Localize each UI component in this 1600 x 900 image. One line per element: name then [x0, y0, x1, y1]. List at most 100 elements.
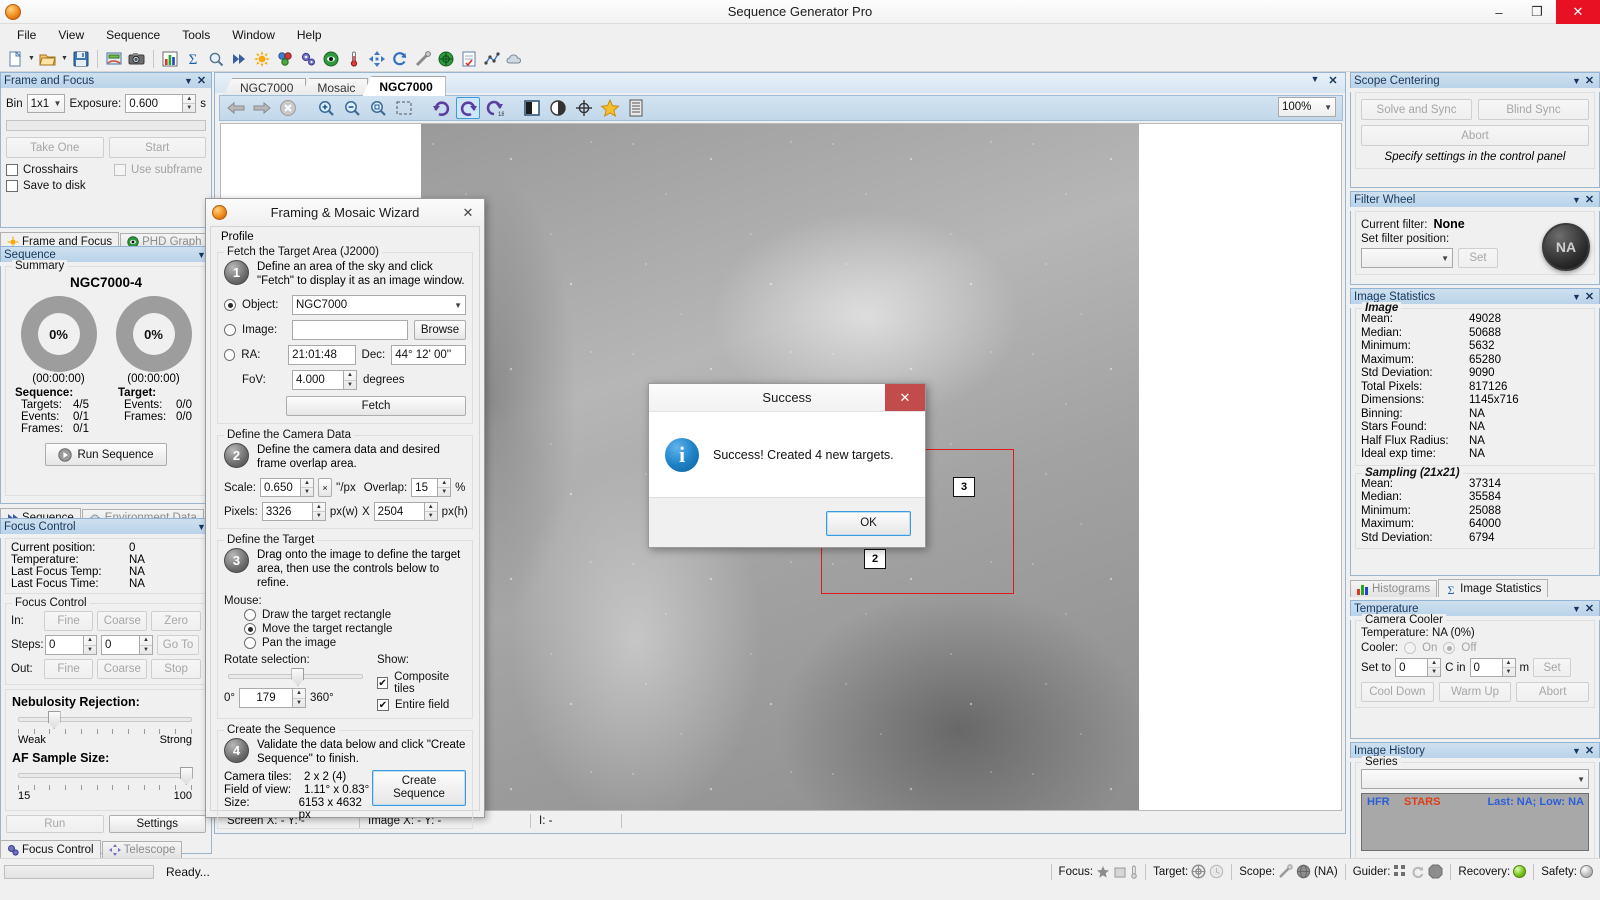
- panel-menu-caret-icon[interactable]: ▼: [1570, 292, 1583, 302]
- ok-button[interactable]: OK: [826, 511, 911, 536]
- nebulosity-slider-thumb[interactable]: [48, 711, 61, 729]
- blind-sync-button[interactable]: Blind Sync: [1478, 99, 1589, 120]
- scale-stepper[interactable]: ▲▼: [301, 478, 314, 497]
- focus-settings-button[interactable]: Settings: [109, 815, 207, 833]
- c-in-stepper[interactable]: ▲▼: [1503, 658, 1516, 677]
- steps-stepper-1[interactable]: ▲▼: [84, 635, 97, 655]
- browse-button[interactable]: Browse: [414, 320, 466, 340]
- focus-stop-button[interactable]: Stop: [151, 659, 201, 679]
- pan-image-radio[interactable]: [244, 637, 256, 649]
- menu-item-help[interactable]: Help: [286, 25, 333, 45]
- image-radio[interactable]: [224, 324, 236, 336]
- panel-close-icon[interactable]: ✕: [1583, 74, 1596, 87]
- move-arrows-icon[interactable]: [366, 48, 388, 70]
- tab-telescope[interactable]: Telescope: [102, 841, 183, 858]
- image-tab-ngc7000-2[interactable]: NGC7000: [362, 76, 445, 96]
- zoom-in-icon[interactable]: [314, 97, 338, 119]
- back-arrow-icon[interactable]: [224, 97, 248, 119]
- new-document-icon[interactable]: [4, 48, 26, 70]
- abort-solve-button[interactable]: Abort: [1361, 125, 1589, 146]
- set-to-input[interactable]: 0: [1395, 658, 1428, 677]
- histogram-icon[interactable]: [159, 48, 181, 70]
- af-slider-thumb[interactable]: [180, 767, 193, 785]
- cooler-on-radio[interactable]: [1404, 642, 1416, 654]
- image-window-close-icon[interactable]: ✕: [1324, 74, 1342, 87]
- contrast-icon[interactable]: [546, 97, 570, 119]
- dropdown-caret-icon[interactable]: ▼: [60, 48, 69, 70]
- maximize-button[interactable]: ❐: [1518, 0, 1556, 24]
- series-select[interactable]: ▼: [1361, 769, 1589, 789]
- star-detect-icon[interactable]: [598, 97, 622, 119]
- rotate-stepper[interactable]: ▲▼: [293, 688, 306, 708]
- tab-histograms[interactable]: Histograms: [1350, 580, 1437, 597]
- menu-item-window[interactable]: Window: [221, 25, 286, 45]
- fetch-button[interactable]: Fetch: [286, 396, 466, 416]
- calculator-icon[interactable]: ×: [318, 478, 332, 497]
- nebulosity-slider-track[interactable]: [18, 717, 192, 722]
- ra-input[interactable]: 21:01:48: [288, 345, 355, 365]
- panel-close-icon[interactable]: ✕: [195, 74, 208, 87]
- pixels-width-input[interactable]: 3326: [262, 502, 313, 521]
- tab-focus-control[interactable]: Focus Control: [0, 840, 101, 858]
- camera-icon[interactable]: [126, 48, 148, 70]
- menu-item-view[interactable]: View: [47, 25, 95, 45]
- steps-stepper-2[interactable]: ▲▼: [140, 635, 153, 655]
- focus-run-button[interactable]: Run: [6, 815, 104, 833]
- scatter-plot-icon[interactable]: [481, 48, 503, 70]
- overlap-stepper[interactable]: ▲▼: [438, 478, 451, 497]
- exposure-input[interactable]: 0.600: [125, 94, 183, 113]
- save-to-disk-checkbox[interactable]: [6, 180, 18, 192]
- statistics-sigma-icon[interactable]: Σ: [182, 48, 204, 70]
- gradient-stretch-icon[interactable]: [520, 97, 544, 119]
- panel-close-icon[interactable]: ✕: [1583, 744, 1596, 757]
- menu-item-file[interactable]: File: [6, 25, 47, 45]
- rotate-ccw-icon[interactable]: [430, 97, 454, 119]
- cool-down-button[interactable]: Cool Down: [1361, 682, 1434, 702]
- close-button[interactable]: ✕: [1556, 0, 1600, 24]
- image-tab-mosaic[interactable]: Mosaic: [300, 78, 368, 96]
- solve-and-sync-button[interactable]: Solve and Sync: [1361, 99, 1472, 120]
- crosshair-target-icon[interactable]: [572, 97, 596, 119]
- focus-zero-button[interactable]: Zero: [151, 611, 201, 631]
- guider-eye-icon[interactable]: [320, 48, 342, 70]
- panel-menu-caret-icon[interactable]: ▼: [1570, 76, 1583, 86]
- pixels-height-stepper[interactable]: ▲▼: [425, 502, 438, 521]
- temperature-set-button[interactable]: Set: [1533, 658, 1571, 677]
- rotate-180-icon[interactable]: 180: [482, 97, 506, 119]
- open-folder-icon[interactable]: [37, 48, 59, 70]
- menu-item-tools[interactable]: Tools: [171, 25, 221, 45]
- thermometer-icon[interactable]: [343, 48, 365, 70]
- gears-icon[interactable]: [297, 48, 319, 70]
- filter-wheel-icon[interactable]: [274, 48, 296, 70]
- take-one-button[interactable]: Take One: [6, 137, 104, 158]
- panel-close-icon[interactable]: ✕: [1583, 602, 1596, 615]
- save-disk-icon[interactable]: [70, 48, 92, 70]
- entire-field-checkbox[interactable]: ✔: [377, 699, 389, 711]
- fov-input[interactable]: 4.000: [292, 370, 344, 390]
- image-list-icon[interactable]: [624, 97, 648, 119]
- object-radio[interactable]: [224, 299, 236, 311]
- weather-cloud-icon[interactable]: [504, 48, 526, 70]
- run-sequence-button[interactable]: Run Sequence: [45, 443, 167, 466]
- forward-arrow-icon[interactable]: [250, 97, 274, 119]
- image-window-menu-caret-icon[interactable]: ▼: [1306, 74, 1324, 87]
- panel-menu-caret-icon[interactable]: ▼: [1570, 195, 1583, 205]
- filter-set-button[interactable]: Set: [1458, 248, 1498, 268]
- zoom-fit-icon[interactable]: [366, 97, 390, 119]
- use-subframe-checkbox[interactable]: [114, 164, 126, 176]
- target-globe-icon[interactable]: [435, 48, 457, 70]
- focus-out-coarse-button[interactable]: Coarse: [97, 659, 147, 679]
- steps-input-2[interactable]: 0: [101, 635, 140, 655]
- focus-in-coarse-button[interactable]: Coarse: [97, 611, 147, 631]
- image-tab-ngc7000-1[interactable]: NGC7000: [223, 78, 306, 96]
- panel-close-icon[interactable]: ✕: [1583, 290, 1596, 303]
- focus-in-fine-button[interactable]: Fine: [44, 611, 94, 631]
- radec-radio[interactable]: [224, 349, 235, 361]
- overlap-input[interactable]: 15: [411, 478, 438, 497]
- steps-input-1[interactable]: 0: [45, 635, 84, 655]
- fov-stepper[interactable]: ▲▼: [344, 370, 357, 390]
- panel-close-icon[interactable]: ✕: [1583, 193, 1596, 206]
- rotator-icon[interactable]: [389, 48, 411, 70]
- pixels-height-input[interactable]: 2504: [374, 502, 425, 521]
- af-slider-track[interactable]: [18, 773, 192, 778]
